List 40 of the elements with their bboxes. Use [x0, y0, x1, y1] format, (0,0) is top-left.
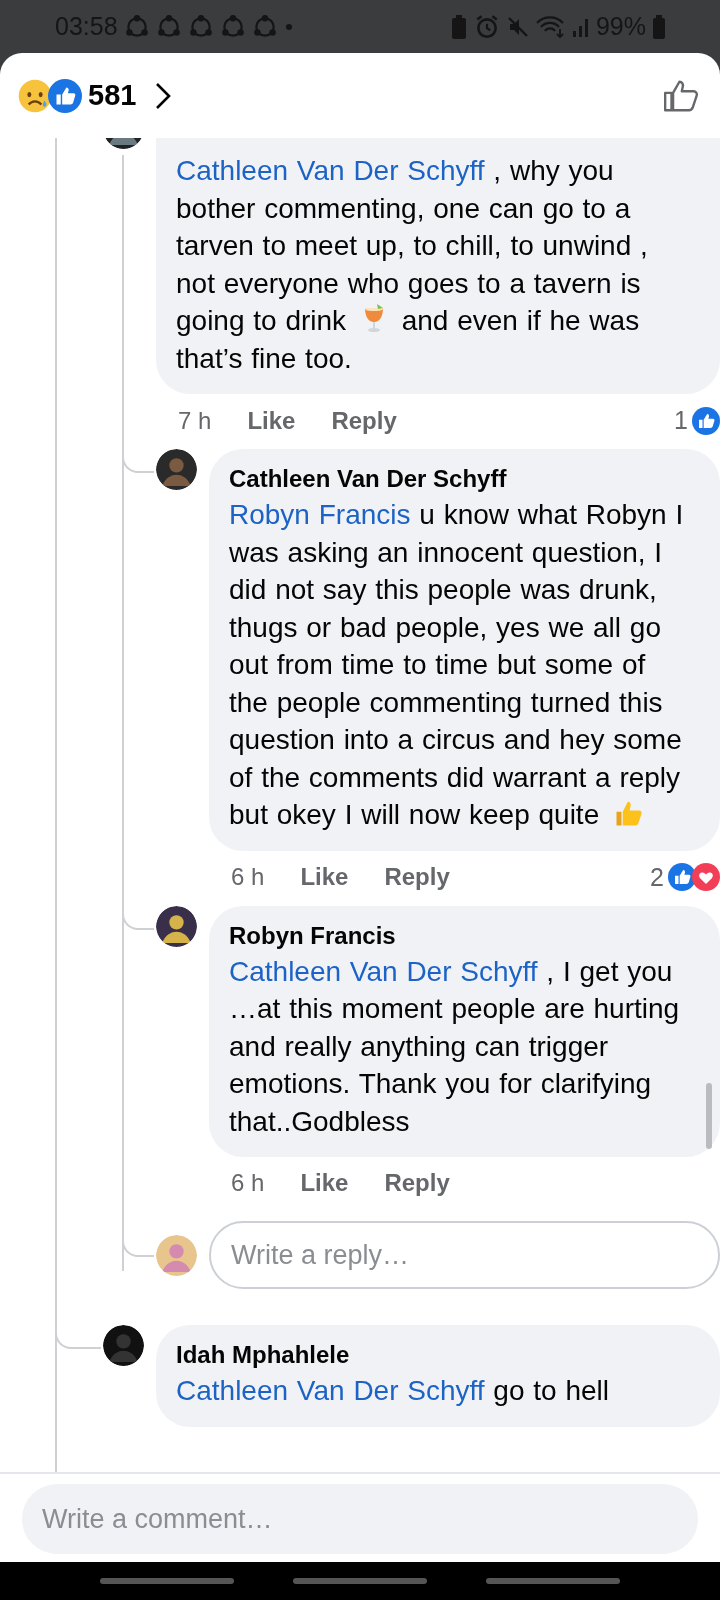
reaction-count: 1	[674, 406, 688, 435]
scrollbar	[706, 1083, 712, 1149]
comment-text: Cathleen Van Der Schyff , I get you …at this moment people are hurting and really anything can trigger emotions. Thank you for clarifying that..Godbless	[229, 954, 681, 1139]
reply-link[interactable]: Reply	[331, 406, 397, 435]
mention-link[interactable]: Cathleen Van Der Schyff	[176, 1375, 485, 1406]
battery-saver-icon	[449, 13, 468, 40]
avatar[interactable]	[156, 905, 197, 947]
chevron-right-icon[interactable]	[154, 80, 173, 111]
notification-icon	[155, 13, 182, 40]
author-name[interactable]: Robyn Francis	[229, 918, 698, 953]
timestamp: 6 h	[231, 863, 265, 891]
more-notifications-icon	[283, 21, 294, 32]
author-name[interactable]: Cathleen Van Der Schyff	[229, 462, 698, 496]
avatar[interactable]	[156, 449, 197, 490]
like-link[interactable]: Like	[300, 1169, 349, 1197]
comment-text: Cathleen Van Der Schyff , why you bother commenting, one can go to a tarven to meet up, to chill, to unwind , not everyone who goes to a tavern is going to drink and even if he was that’s fine too.	[176, 154, 649, 376]
comment-text: Robyn Francis u know what Robyn I was asking an innocent question, I did not say this people was drunk, thugs or bad people, yes we all go out from time to time but some of the people commenting turned this question into a circus and hey some of the comments did warrant a reply but okey I will now keep quite	[229, 498, 685, 832]
notification-icon	[123, 13, 150, 40]
timestamp: 6 h	[231, 1169, 265, 1197]
reply-field[interactable]: Write a reply…	[209, 1221, 720, 1289]
reply-link[interactable]: Reply	[384, 863, 450, 891]
notification-icon	[251, 13, 278, 40]
mention-link[interactable]: Cathleen Van Der Schyff	[176, 155, 485, 186]
mute-icon	[505, 14, 530, 39]
notification-icon	[187, 13, 214, 40]
reaction-count[interactable]: 581	[88, 79, 137, 112]
comment-text: Cathleen Van Der Schyff go to hell	[176, 1374, 610, 1408]
avatar[interactable]	[102, 1325, 144, 1366]
notification-icon	[219, 13, 246, 40]
author-name[interactable]: Idah Mphahlele	[176, 1338, 698, 1372]
reply-link[interactable]: Reply	[384, 1169, 450, 1197]
battery-icon	[652, 13, 666, 40]
mention-link[interactable]: Cathleen Van Der Schyff	[229, 955, 538, 987]
mention-link[interactable]: Robyn Francis	[229, 499, 411, 530]
comment-field[interactable]: Write a comment…	[22, 1484, 698, 1554]
reaction-count: 2	[650, 862, 664, 892]
like-link[interactable]: Like	[247, 406, 296, 435]
wifi-icon	[535, 14, 566, 39]
like-link[interactable]: Like	[300, 863, 349, 891]
timestamp: 7 h	[178, 406, 212, 435]
